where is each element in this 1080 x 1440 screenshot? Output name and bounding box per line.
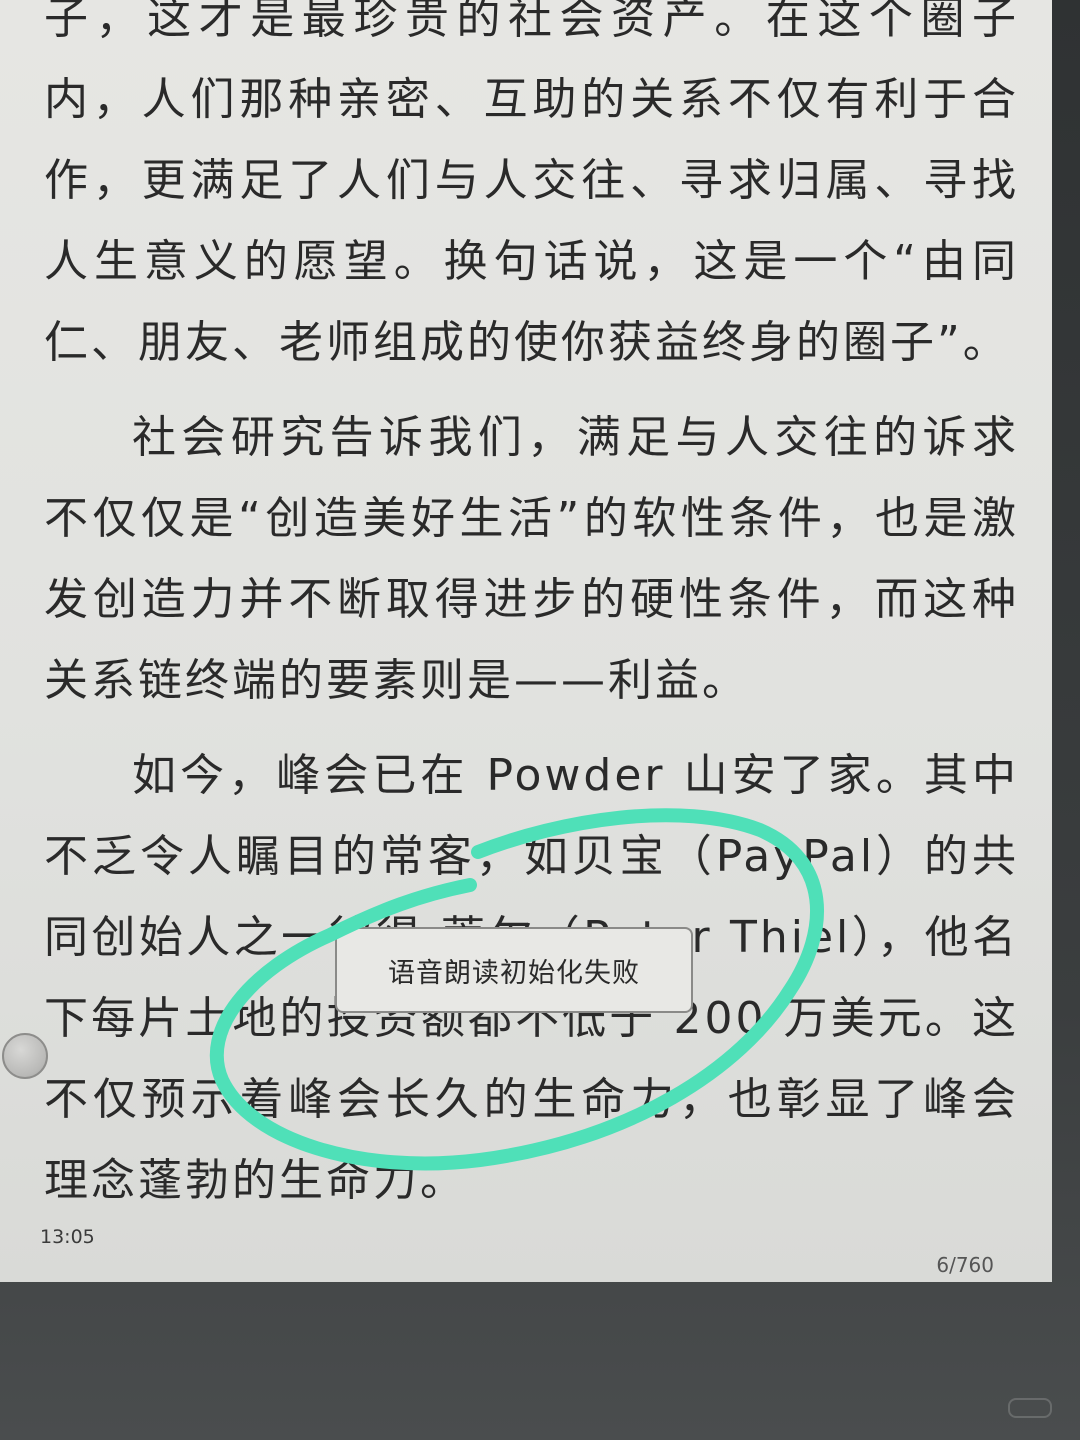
paragraph-2: 社会研究告诉我们，满足与人交往的诉求不仅仅是“创造美好生活”的软性条件，也是激发… <box>44 412 1019 706</box>
status-time: 13:05 <box>40 1226 95 1248</box>
watermark-logo <box>1008 1398 1052 1418</box>
reader-screen[interactable]: 子，这才是最珍贵的社会资产。在这个圈子内，人们那种亲密、互助的关系不仅有利于合作… <box>0 0 1052 1282</box>
tts-error-toast: 语音朗读初始化失败 <box>335 927 693 1013</box>
book-page: 子，这才是最珍贵的社会资产。在这个圈子内，人们那种亲密、互助的关系不仅有利于合作… <box>44 0 1019 1221</box>
toast-message: 语音朗读初始化失败 <box>388 957 640 989</box>
paragraph-1: 子，这才是最珍贵的社会资产。在这个圈子内，人们那种亲密、互助的关系不仅有利于合作… <box>44 0 1019 368</box>
ereader-device: 子，这才是最珍贵的社会资产。在这个圈子内，人们那种亲密、互助的关系不仅有利于合作… <box>0 0 1080 1440</box>
side-page-button[interactable] <box>2 1033 48 1079</box>
page-counter: 6/760 <box>936 1253 994 1277</box>
